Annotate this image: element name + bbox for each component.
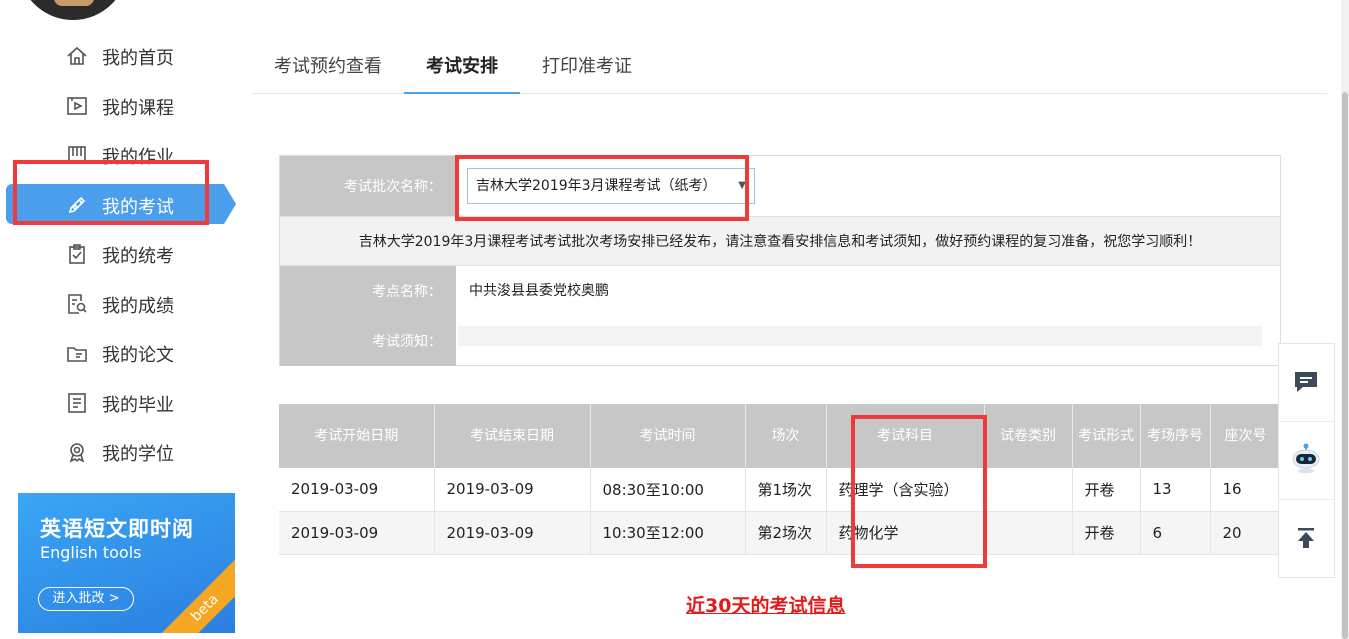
back-to-top-button[interactable] xyxy=(1279,500,1334,578)
batch-row: 考试批次名称： 吉林大学2019年3月课程考试（纸考） ▼ xyxy=(280,156,1280,216)
exam-batch-info: 考试批次名称： 吉林大学2019年3月课程考试（纸考） ▼ 吉林大学2019年3… xyxy=(279,155,1281,366)
thesis-folder-icon xyxy=(67,347,87,362)
avatar[interactable] xyxy=(18,0,128,20)
floating-toolbar xyxy=(1278,343,1335,578)
table-cell: 药物化学 xyxy=(826,511,985,555)
sidebar-item-home[interactable]: 我的首页 xyxy=(0,35,240,75)
sidebar-item-label: 我的学位 xyxy=(102,444,174,465)
chevron-down-icon: ▼ xyxy=(738,180,746,191)
graduation-list-icon xyxy=(68,393,86,413)
table-cell: 第2场次 xyxy=(745,511,827,555)
sidebar-item-graduation[interactable]: 我的毕业 xyxy=(0,382,240,422)
grade-search-icon xyxy=(68,294,87,314)
column-header: 场次 xyxy=(745,404,827,468)
table-cell: 2019-03-09 xyxy=(279,511,435,555)
sidebar-item-degree[interactable]: 我的学位 xyxy=(0,431,240,471)
tab-appointment-view[interactable]: 考试预约查看 xyxy=(274,52,382,78)
sidebar-item-label: 我的首页 xyxy=(102,48,174,69)
english-tools-promo-banner[interactable]: 英语短文即时阅 English tools 进入批改 > beta xyxy=(18,493,235,633)
table-cell: 开卷 xyxy=(1072,468,1141,512)
back-to-top-icon xyxy=(1298,528,1314,548)
sidebar-item-unified-exam[interactable]: 我的统考 xyxy=(0,233,240,273)
active-tab-indicator xyxy=(404,92,520,94)
home-icon xyxy=(67,46,87,65)
table-cell: 2019-03-09 xyxy=(434,468,591,512)
promo-enter-button[interactable]: 进入批改 > xyxy=(38,587,134,611)
sidebar-item-label: 我的考试 xyxy=(102,197,174,218)
sidebar-item-label: 我的统考 xyxy=(102,246,174,267)
chat-button[interactable] xyxy=(1279,344,1334,422)
sidebar-item-exams[interactable]: 我的考试 xyxy=(6,184,236,224)
beta-badge: beta xyxy=(153,556,235,633)
homework-book-icon xyxy=(68,146,86,164)
batch-select-value: 吉林大学2019年3月课程考试（纸考） xyxy=(476,178,717,194)
sidebar-item-label: 我的毕业 xyxy=(102,395,174,416)
scrollbar-thumb[interactable] xyxy=(1342,92,1348,639)
table-cell: 6 xyxy=(1140,511,1211,555)
sidebar-item-grades[interactable]: 我的成绩 xyxy=(0,283,240,323)
promo-subtitle: English tools xyxy=(40,543,142,562)
table-header-row: 考试开始日期 考试结束日期 考试时间 场次 考试科目 试卷类别 考试形式 考场序… xyxy=(279,404,1282,468)
sidebar-item-thesis[interactable]: 我的论文 xyxy=(0,332,240,372)
table-cell: 2019-03-09 xyxy=(279,468,435,512)
chat-bubble-icon xyxy=(1295,372,1317,392)
table-cell: 10:30至12:00 xyxy=(590,511,746,555)
site-row: 考点名称： 中共浚县县委党校奥鹏 xyxy=(280,266,1280,316)
exam-schedule-table: 考试开始日期 考试结束日期 考试时间 场次 考试科目 试卷类别 考试形式 考场序… xyxy=(279,404,1282,555)
recent-30-days-exams-link[interactable]: 近30天的考试信息 xyxy=(686,591,845,618)
exam-pen-icon xyxy=(68,196,86,214)
column-header: 考试形式 xyxy=(1072,404,1141,468)
rules-label: 考试须知： xyxy=(280,316,456,366)
assistant-robot-button[interactable] xyxy=(1279,422,1334,500)
batch-notice: 吉林大学2019年3月课程考试考试批次考场安排已经发布，请注意查看安排信息和考试… xyxy=(280,216,1280,266)
table-cell: 16 xyxy=(1210,468,1282,512)
table-cell: 08:30至10:00 xyxy=(590,468,746,512)
column-header: 考试时间 xyxy=(590,404,746,468)
table-cell: 2019-03-09 xyxy=(434,511,591,555)
unified-exam-clipboard-icon xyxy=(69,244,85,264)
tab-print-admission-ticket[interactable]: 打印准考证 xyxy=(542,52,632,78)
exam-tabs: 考试预约查看 考试安排 打印准考证 xyxy=(252,40,1327,94)
column-header: 考试开始日期 xyxy=(279,404,435,468)
batch-label: 考试批次名称： xyxy=(280,156,456,216)
sidebar-item-label: 我的论文 xyxy=(102,345,174,366)
table-cell: 20 xyxy=(1210,511,1282,555)
page-scrollbar[interactable] xyxy=(1341,0,1349,639)
site-label: 考点名称： xyxy=(280,266,456,316)
promo-title: 英语短文即时阅 xyxy=(40,517,194,541)
batch-select[interactable]: 吉林大学2019年3月课程考试（纸考） ▼ xyxy=(467,168,755,204)
table-cell: 第1场次 xyxy=(745,468,827,512)
column-header: 考场序号 xyxy=(1140,404,1211,468)
sidebar-item-label: 我的课程 xyxy=(102,98,174,119)
column-header: 考试结束日期 xyxy=(434,404,591,468)
sidebar-item-courses[interactable]: 我的课程 xyxy=(0,85,240,125)
rules-value xyxy=(458,326,1262,346)
exam-schedule-page: 我的首页 我的课程 我的作业 我的考试 我的统考 我的成绩 我的论文 我的毕业 … xyxy=(0,0,1349,639)
site-value: 中共浚县县委党校奥鹏 xyxy=(469,283,609,299)
sidebar-item-label: 我的作业 xyxy=(102,147,174,168)
table-cell: 13 xyxy=(1140,468,1211,512)
column-header: 试卷类别 xyxy=(984,404,1073,468)
table-row: 2019-03-09 2019-03-09 08:30至10:00 第1场次 药… xyxy=(279,468,1282,512)
table-cell: 开卷 xyxy=(1072,511,1141,555)
sidebar-item-label: 我的成绩 xyxy=(102,296,174,317)
robot-assistant-icon xyxy=(1292,443,1320,474)
rules-row: 考试须知： xyxy=(280,316,1280,366)
sidebar-item-homework[interactable]: 我的作业 xyxy=(0,134,240,174)
column-header: 座次号 xyxy=(1210,404,1282,468)
course-play-icon xyxy=(67,97,87,115)
table-cell: 药理学（含实验） xyxy=(826,468,985,512)
table-cell xyxy=(984,468,1073,512)
tab-exam-schedule[interactable]: 考试安排 xyxy=(426,52,498,78)
table-row: 2019-03-09 2019-03-09 10:30至12:00 第2场次 药… xyxy=(279,511,1282,555)
degree-medal-icon xyxy=(69,443,85,463)
column-header: 考试科目 xyxy=(826,404,985,468)
table-cell xyxy=(984,511,1073,555)
